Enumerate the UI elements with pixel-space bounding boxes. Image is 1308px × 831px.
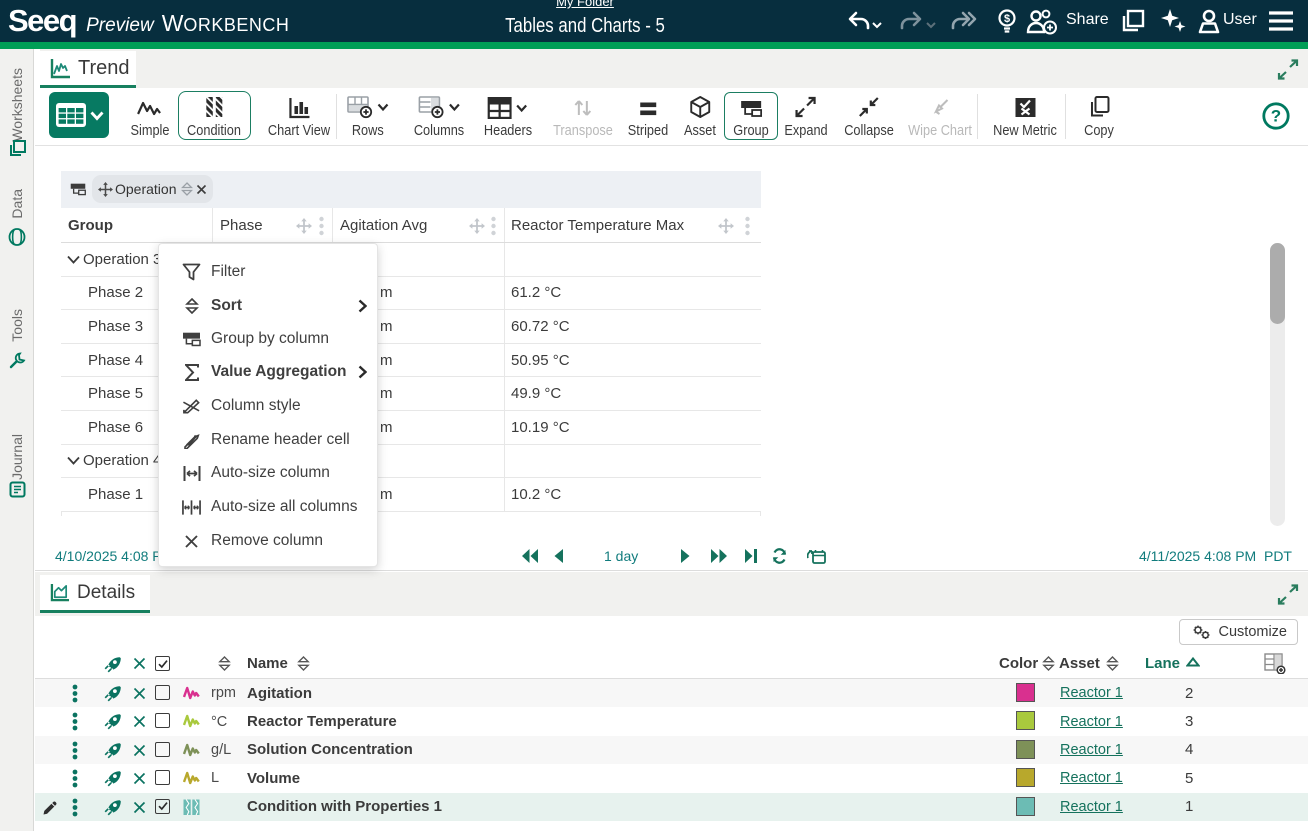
svg-text:$: $ [1004, 13, 1010, 25]
svg-text:?: ? [1271, 107, 1281, 126]
